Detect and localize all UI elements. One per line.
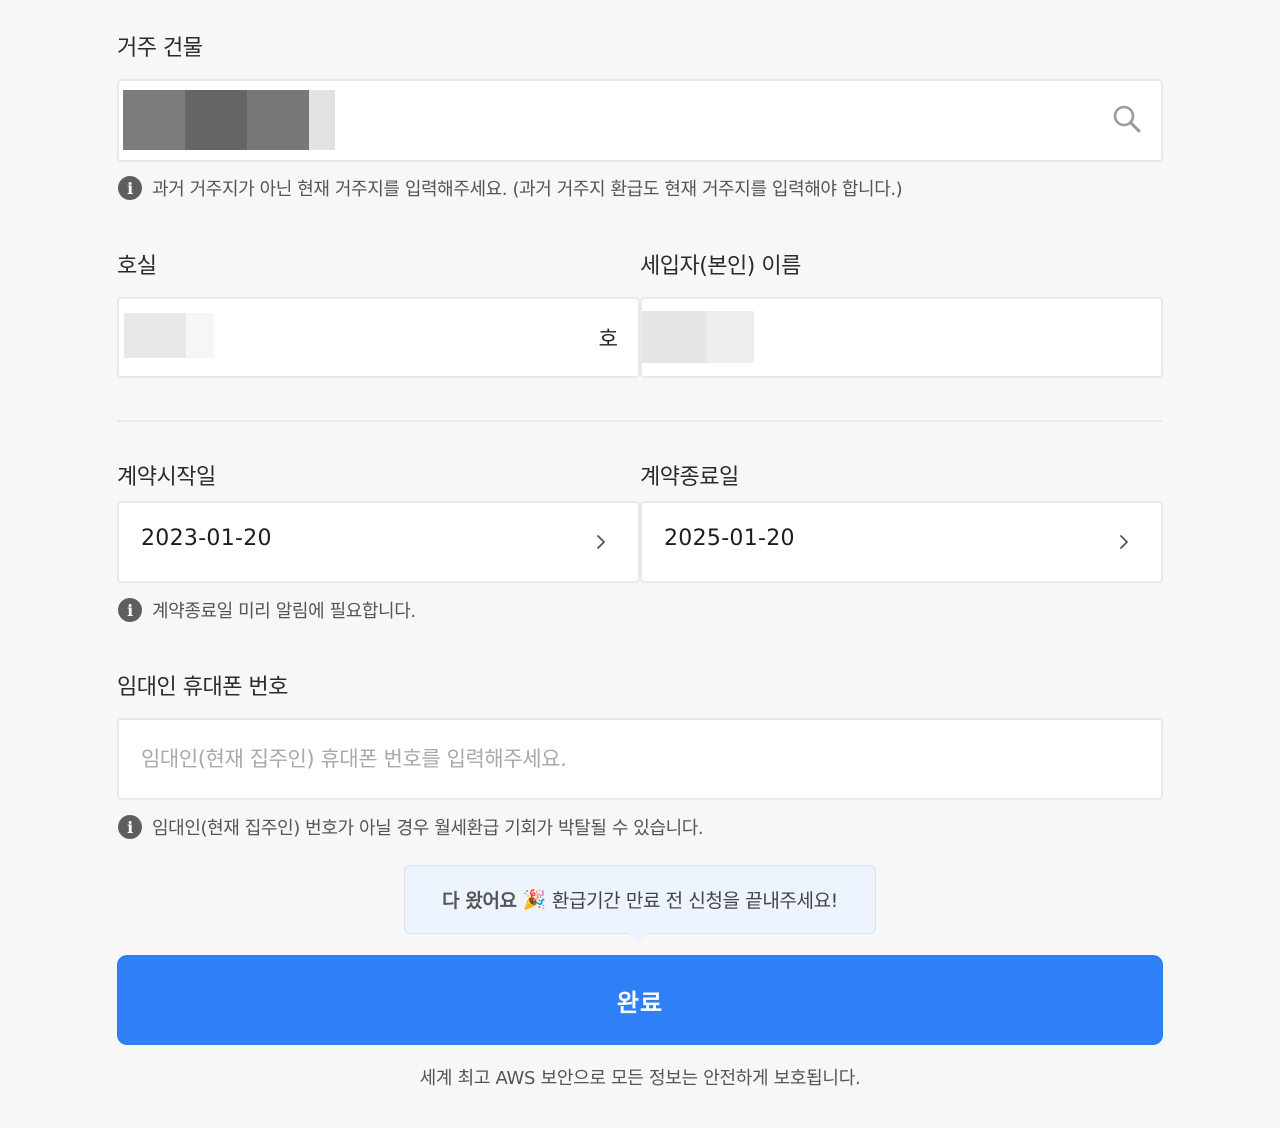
contract-start-value: 2023-01-20: [141, 526, 272, 551]
search-icon[interactable]: [1111, 103, 1143, 135]
contract-start-label: 계약시작일: [117, 465, 216, 490]
tenant-name-label: 세입자(본인) 이름: [640, 254, 801, 279]
chevron-right-icon: [597, 535, 605, 549]
complete-button[interactable]: 완료: [117, 955, 1163, 1045]
tooltip-bold-text: 다 왔어요: [442, 890, 517, 912]
landlord-phone-placeholder: 임대인(현재 집주인) 휴대폰 번호를 입력해주세요.: [141, 747, 567, 771]
landlord-phone-input[interactable]: 임대인(현재 집주인) 휴대폰 번호를 입력해주세요.: [117, 718, 1163, 800]
redacted-building-name-2: [185, 90, 247, 150]
info-icon: i: [118, 815, 142, 839]
building-hint-text: 과거 거주지가 아닌 현재 거주지를 입력해주세요. (과거 거주지 환급도 현…: [152, 179, 903, 200]
landlord-hint: i 임대인(현재 집주인) 번호가 아닐 경우 월세환급 기회가 박탈될 수 있…: [118, 814, 704, 840]
tenant-name-input[interactable]: [640, 297, 1163, 378]
contract-hint-text: 계약종료일 미리 알림에 필요합니다.: [152, 601, 416, 622]
unit-suffix: 호: [598, 327, 618, 351]
encouragement-tooltip: 다 왔어요 🎉 환급기간 만료 전 신청을 끝내주세요!: [404, 865, 876, 934]
party-popper-icon: 🎉: [522, 889, 547, 911]
building-hint: i 과거 거주지가 아닌 현재 거주지를 입력해주세요. (과거 거주지 환급도…: [118, 175, 903, 201]
info-icon: i: [118, 176, 142, 200]
redacted-building-name: [123, 90, 185, 150]
contract-end-value: 2025-01-20: [664, 526, 795, 551]
info-icon: i: [118, 598, 142, 622]
building-search-field[interactable]: [117, 79, 1163, 162]
building-label: 거주 건물: [117, 36, 203, 61]
tooltip-text: 환급기간 만료 전 신청을 끝내주세요!: [551, 890, 838, 912]
redacted-building-name-3: [247, 90, 309, 150]
redacted-building-name-4: [309, 90, 335, 150]
unit-input[interactable]: 호: [117, 297, 640, 378]
tooltip-arrow: [628, 933, 648, 944]
unit-label: 호실: [117, 254, 157, 279]
contract-start-date-picker[interactable]: 2023-01-20: [117, 501, 640, 583]
redacted-tenant-name: [642, 311, 706, 363]
section-divider: [117, 420, 1162, 422]
contract-hint: i 계약종료일 미리 알림에 필요합니다.: [118, 597, 416, 623]
redacted-unit-number-2: [186, 313, 214, 358]
chevron-right-icon: [1120, 535, 1128, 549]
landlord-phone-label: 임대인 휴대폰 번호: [117, 675, 288, 700]
contract-end-date-picker[interactable]: 2025-01-20: [640, 501, 1163, 583]
contract-end-label: 계약종료일: [640, 465, 739, 490]
redacted-unit-number: [124, 313, 186, 358]
security-footer: 세계 최고 AWS 보안으로 모든 정보는 안전하게 보호됩니다.: [419, 1068, 861, 1089]
redacted-tenant-name-2: [706, 311, 754, 363]
landlord-hint-text: 임대인(현재 집주인) 번호가 아닐 경우 월세환급 기회가 박탈될 수 있습니…: [152, 818, 704, 839]
